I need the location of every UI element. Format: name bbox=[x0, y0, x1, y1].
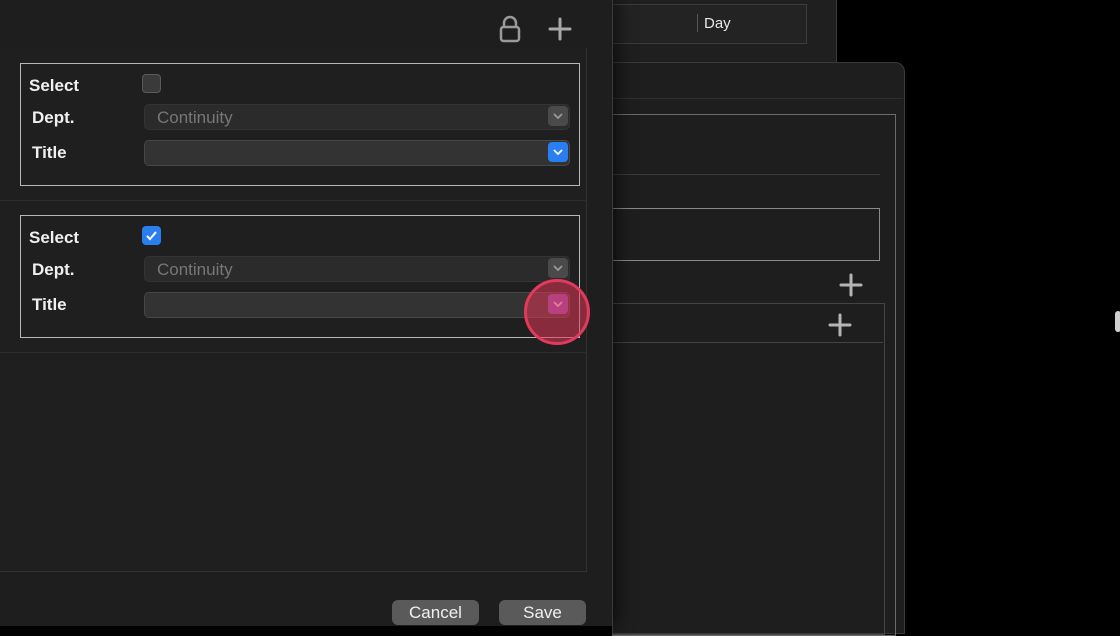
title-select[interactable] bbox=[144, 140, 570, 166]
cancel-button[interactable]: Cancel bbox=[392, 600, 479, 625]
scroll-handle[interactable] bbox=[1115, 311, 1120, 332]
table-column-day[interactable]: Day bbox=[704, 15, 731, 32]
sheet-content: Select Dept. Continuity Title Select Dep… bbox=[0, 48, 587, 572]
title-label: Title bbox=[32, 295, 67, 314]
dept-value: Continuity bbox=[157, 108, 233, 127]
chevron-down-icon[interactable] bbox=[548, 258, 568, 278]
checkmark-icon bbox=[146, 231, 157, 241]
chevron-down-icon[interactable] bbox=[548, 106, 568, 126]
list-header-divider bbox=[612, 342, 883, 343]
dept-label: Dept. bbox=[32, 260, 75, 279]
dept-select[interactable]: Continuity bbox=[144, 256, 570, 282]
assignment-group: Select Dept. Continuity Title bbox=[20, 63, 580, 186]
click-indicator bbox=[524, 279, 590, 345]
lock-icon[interactable] bbox=[497, 14, 523, 44]
dept-label: Dept. bbox=[32, 108, 75, 127]
assignment-group: Select Dept. Continuity Title bbox=[20, 215, 580, 338]
background-text-area[interactable] bbox=[612, 208, 880, 261]
select-label: Select bbox=[29, 228, 80, 247]
save-button[interactable]: Save bbox=[499, 600, 586, 625]
column-separator bbox=[697, 14, 698, 32]
plus-icon[interactable] bbox=[825, 310, 855, 340]
divider bbox=[612, 174, 880, 175]
dept-select[interactable]: Continuity bbox=[144, 104, 570, 130]
background-list bbox=[612, 303, 885, 635]
dept-value: Continuity bbox=[157, 260, 233, 279]
select-label: Select bbox=[29, 76, 80, 95]
plus-icon[interactable] bbox=[836, 270, 866, 300]
row-divider bbox=[0, 200, 586, 201]
title-select[interactable] bbox=[144, 292, 570, 318]
title-label: Title bbox=[32, 143, 67, 162]
titlebar-divider bbox=[612, 98, 903, 99]
row-divider bbox=[0, 352, 586, 353]
chevron-down-icon[interactable] bbox=[548, 142, 568, 162]
plus-icon[interactable] bbox=[545, 14, 575, 44]
select-checkbox[interactable] bbox=[142, 226, 161, 245]
select-checkbox[interactable] bbox=[142, 74, 161, 93]
